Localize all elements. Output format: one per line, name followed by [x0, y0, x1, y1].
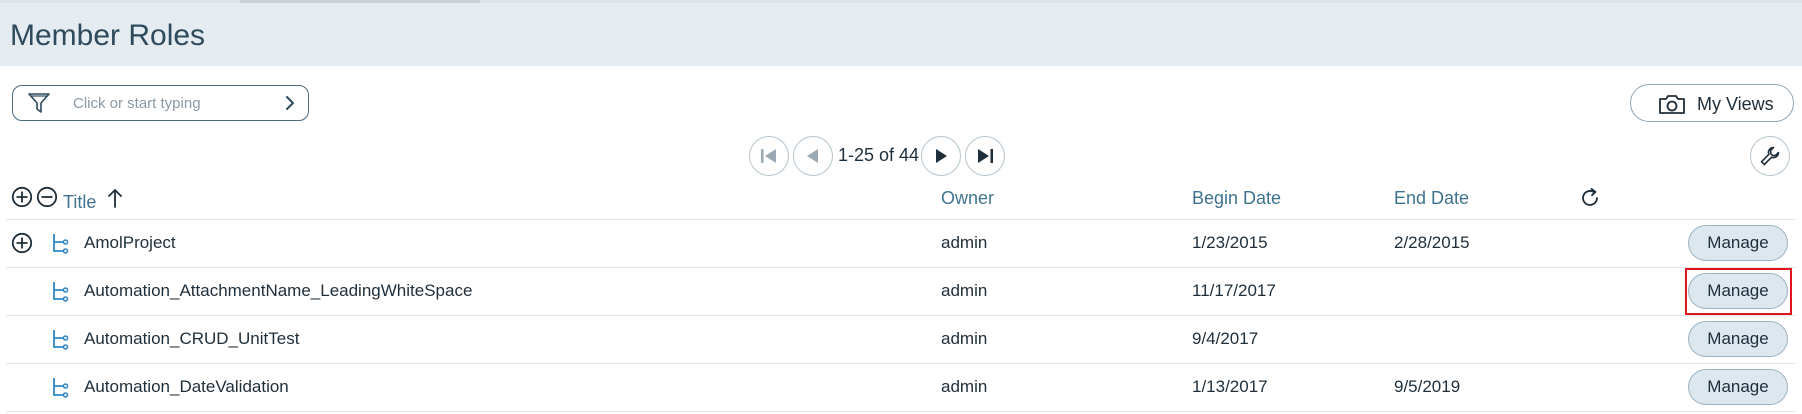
page-header: Member Roles: [0, 3, 1802, 66]
row-end-date: 2/28/2015: [1394, 233, 1470, 252]
row-begin-date: 1/13/2017: [1192, 377, 1268, 396]
column-header-title[interactable]: Title: [63, 192, 96, 213]
manage-button[interactable]: Manage: [1688, 225, 1788, 261]
next-page-button[interactable]: [921, 136, 961, 176]
prev-page-button[interactable]: [793, 136, 833, 176]
hierarchy-icon: [53, 330, 69, 350]
hierarchy-icon: [53, 234, 69, 254]
row-divider: [6, 411, 1796, 412]
column-header-begin-date[interactable]: Begin Date: [1192, 188, 1281, 209]
my-views-button[interactable]: My Views: [1630, 84, 1794, 122]
column-header-owner[interactable]: Owner: [941, 188, 994, 209]
next-page-icon: [936, 149, 947, 163]
row-owner: admin: [941, 281, 988, 300]
filter-placeholder: Click or start typing: [73, 95, 201, 112]
highlight-box: [1685, 268, 1792, 315]
expand-all-icon[interactable]: [11, 186, 33, 208]
wrench-icon: [1760, 146, 1780, 166]
sort-ascending-icon[interactable]: [106, 187, 124, 209]
manage-button[interactable]: Manage: [1688, 321, 1788, 357]
last-page-button[interactable]: [965, 136, 1005, 176]
table-row: Automation_CRUD_UnitTest admin 9/4/2017 …: [0, 315, 1802, 363]
pager-range: 1-25 of 44: [838, 145, 920, 165]
my-views-label: My Views: [1697, 94, 1774, 114]
last-page-icon: [978, 149, 993, 163]
column-header-end-date[interactable]: End Date: [1394, 188, 1469, 209]
row-title[interactable]: Automation_CRUD_UnitTest: [84, 329, 299, 349]
chevron-right-icon[interactable]: [282, 94, 298, 112]
hierarchy-icon: [53, 378, 69, 398]
hierarchy-icon: [53, 282, 69, 302]
collapse-all-icon[interactable]: [36, 186, 58, 208]
row-end-date: 9/5/2019: [1394, 377, 1461, 396]
manage-button[interactable]: Manage: [1688, 369, 1788, 405]
camera-icon: [1659, 95, 1685, 114]
row-begin-date: 9/4/2017: [1192, 329, 1259, 348]
settings-button[interactable]: [1750, 136, 1790, 176]
row-begin-date: 11/17/2017: [1192, 281, 1276, 300]
table-row: Automation_DateValidation admin 1/13/201…: [0, 363, 1802, 411]
prev-page-icon: [807, 149, 818, 163]
table-row: AmolProject admin 1/23/2015 2/28/2015 Ma…: [0, 219, 1802, 267]
table-row: Automation_AttachmentName_LeadingWhiteSp…: [0, 267, 1802, 315]
row-title[interactable]: Automation_DateValidation: [84, 377, 289, 397]
first-page-button[interactable]: [749, 136, 789, 176]
filter-input[interactable]: Click or start typing: [12, 85, 309, 121]
row-owner: admin: [941, 233, 988, 252]
funnel-icon: [28, 93, 50, 113]
refresh-icon[interactable]: [1578, 186, 1602, 210]
row-owner: admin: [941, 329, 988, 348]
row-title[interactable]: AmolProject: [84, 233, 176, 253]
expand-row-icon[interactable]: [11, 232, 33, 254]
row-owner: admin: [941, 377, 988, 396]
page-title: Member Roles: [10, 19, 206, 52]
first-page-icon: [761, 149, 776, 163]
row-title[interactable]: Automation_AttachmentName_LeadingWhiteSp…: [84, 281, 472, 301]
row-begin-date: 1/23/2015: [1192, 233, 1268, 252]
